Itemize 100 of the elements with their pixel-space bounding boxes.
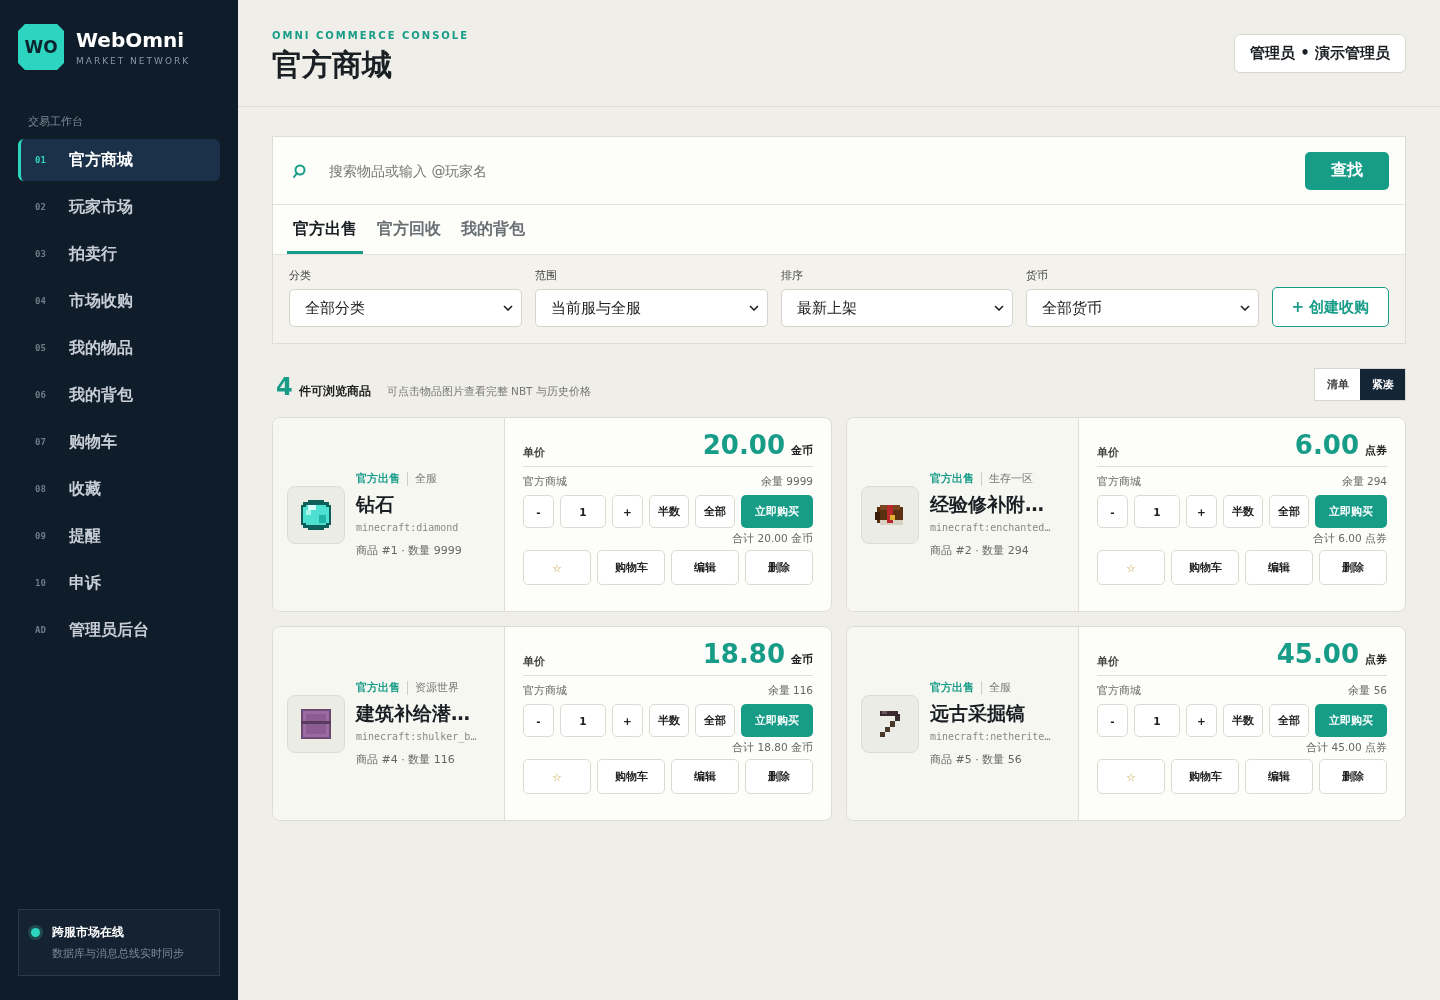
- search-field[interactable]: 搜索物品或输入 @玩家名: [327, 161, 1285, 180]
- decrement-button[interactable]: -: [523, 495, 554, 528]
- action-button[interactable]: 编辑: [671, 550, 739, 585]
- quick-quantity-button[interactable]: 全部: [1269, 495, 1309, 528]
- action-button[interactable]: 编辑: [1245, 550, 1313, 585]
- result-label: 件可浏览商品: [298, 383, 371, 400]
- nav-item[interactable]: 02 玩家市场: [18, 186, 220, 228]
- quick-quantity-button[interactable]: 半数: [1223, 704, 1263, 737]
- increment-button[interactable]: +: [1186, 495, 1217, 528]
- status-subtitle: 数据库与消息总线实时同步: [52, 947, 184, 961]
- action-button[interactable]: 购物车: [597, 759, 665, 794]
- currency-unit: 点券: [1365, 653, 1387, 666]
- increment-button[interactable]: +: [612, 704, 643, 737]
- action-button[interactable]: 购物车: [1171, 550, 1239, 585]
- nav-item[interactable]: 05 我的物品: [18, 327, 220, 369]
- quantity-field[interactable]: 1: [560, 495, 606, 528]
- hint-text: 可点击物品图片查看完整 NBT 与历史价格: [386, 385, 591, 399]
- price-label: 单价: [1097, 655, 1119, 669]
- nav-item[interactable]: 07 购物车: [18, 421, 220, 463]
- item-id: minecraft:diamond: [356, 521, 460, 533]
- currency-unit: 金币: [791, 444, 813, 457]
- total-label: 合计 45.00 点券: [1305, 741, 1387, 755]
- quantity-field[interactable]: 1: [560, 704, 606, 737]
- currency-unit: 点券: [1365, 444, 1387, 457]
- filter-label: 分类: [289, 269, 312, 283]
- price: 20.00: [702, 430, 785, 460]
- action-button[interactable]: 编辑: [671, 759, 739, 794]
- eyebrow: OMNI COMMERCE CONSOLE: [272, 30, 470, 41]
- quick-quantity-button[interactable]: 全部: [695, 495, 735, 528]
- nav-item[interactable]: 01 官方商城: [18, 139, 220, 181]
- item-meta: 商品 #4 · 数量 116: [356, 751, 456, 767]
- quick-quantity-button[interactable]: 半数: [1223, 495, 1263, 528]
- brand-name: WebOmni: [76, 28, 186, 52]
- decrement-button[interactable]: -: [1097, 495, 1128, 528]
- section-label: 交易工作台: [28, 114, 84, 129]
- result-count: 4: [276, 373, 293, 401]
- nav-item[interactable]: 06 我的背包: [18, 374, 220, 416]
- item-meta: 商品 #2 · 数量 294: [930, 542, 1030, 558]
- stock-label: 余量 294: [1341, 475, 1387, 489]
- seller-label: 官方商城: [1097, 475, 1141, 489]
- nav-item[interactable]: 10 申诉: [18, 562, 220, 604]
- nav-item[interactable]: 09 提醒: [18, 515, 220, 557]
- quick-quantity-button[interactable]: 全部: [1269, 704, 1309, 737]
- scope-tag: 资源世界: [415, 680, 459, 695]
- nav-item[interactable]: 08 收藏: [18, 468, 220, 510]
- nav-item[interactable]: 04 市场收购: [18, 280, 220, 322]
- select-field[interactable]: 全部货币: [1026, 289, 1259, 327]
- tab[interactable]: 我的背包: [455, 205, 531, 254]
- action-button[interactable]: 购物车: [1171, 759, 1239, 794]
- user-badge[interactable]: 管理员 • 演示管理员: [1233, 34, 1406, 73]
- select-field[interactable]: 全部分类: [289, 289, 522, 327]
- scope-tag: 生存一区: [989, 471, 1033, 486]
- brand-tagline: MARKET NETWORK: [76, 56, 191, 66]
- quantity-field[interactable]: 1: [1134, 704, 1180, 737]
- price: 6.00: [1294, 430, 1359, 460]
- select-field[interactable]: 当前服与全服: [534, 289, 768, 327]
- item-thumbnail[interactable]: [287, 485, 345, 544]
- tab[interactable]: 官方回收: [371, 205, 447, 254]
- item-id: minecraft:enchanted…: [930, 521, 1051, 533]
- action-button[interactable]: 删除: [745, 759, 813, 794]
- currency-unit: 金币: [791, 653, 813, 666]
- nav-item[interactable]: 03 拍卖行: [18, 233, 220, 275]
- item-name: 建筑补给潜…: [356, 700, 471, 726]
- decrement-button[interactable]: -: [523, 704, 554, 737]
- item-id: minecraft:netherite…: [930, 730, 1051, 742]
- select-field[interactable]: 最新上架: [780, 289, 1014, 327]
- filter-label: 排序: [780, 269, 804, 283]
- action-button[interactable]: 删除: [745, 550, 813, 585]
- chevron-icon: [1240, 305, 1250, 311]
- increment-button[interactable]: +: [1186, 704, 1217, 737]
- quick-quantity-button[interactable]: 全部: [695, 704, 735, 737]
- increment-button[interactable]: +: [612, 495, 643, 528]
- seller-label: 官方商城: [1097, 684, 1141, 698]
- seller-label: 官方商城: [523, 475, 567, 489]
- action-button[interactable]: 删除: [1319, 759, 1387, 794]
- seller-label: 官方商城: [523, 684, 567, 698]
- action-button[interactable]: 编辑: [1245, 759, 1313, 794]
- search-icon: [291, 162, 307, 179]
- total-label: 合计 6.00 点券: [1311, 532, 1387, 546]
- quick-quantity-button[interactable]: 半数: [649, 704, 689, 737]
- chevron-icon: [502, 305, 513, 311]
- nav-item[interactable]: AD 管理员后台: [18, 609, 220, 651]
- item-thumbnail[interactable]: [287, 694, 345, 753]
- quantity-field[interactable]: 1: [1134, 495, 1180, 528]
- item-thumbnail[interactable]: [861, 485, 919, 544]
- action-button[interactable]: 删除: [1319, 550, 1387, 585]
- item-name: 钻石: [356, 491, 395, 517]
- item-name: 远古采掘镐: [930, 700, 1026, 726]
- scope-tag: 全服: [989, 680, 1011, 695]
- quick-quantity-button[interactable]: 半数: [649, 495, 689, 528]
- action-button[interactable]: 购物车: [597, 550, 665, 585]
- scope-tag: 全服: [415, 471, 437, 486]
- chevron-icon: [748, 305, 759, 311]
- item-name: 经验修补附…: [930, 491, 1045, 517]
- price-label: 单价: [523, 446, 545, 460]
- item-thumbnail[interactable]: [861, 694, 919, 753]
- view-toggle[interactable]: 紧凑: [1360, 369, 1405, 400]
- decrement-button[interactable]: -: [1097, 704, 1128, 737]
- source-tag: 官方出售: [356, 680, 408, 695]
- source-tag: 官方出售: [930, 680, 982, 695]
